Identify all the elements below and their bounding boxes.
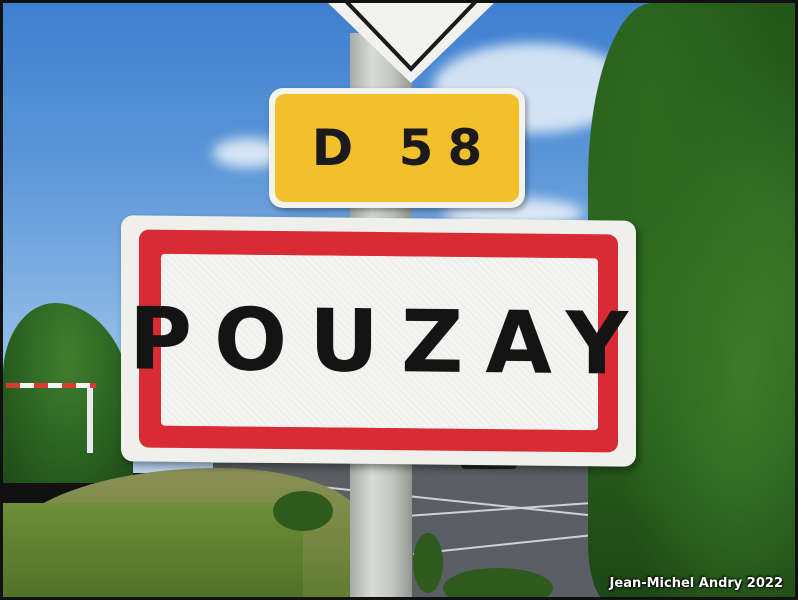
barrier-post <box>87 383 93 453</box>
photo-frame: D 58 POUZAY Jean-Michel Andry 2022 <box>0 0 798 600</box>
bush <box>413 533 443 593</box>
bush <box>273 491 333 531</box>
grass-foreground <box>3 503 303 597</box>
photo-credit: Jean-Michel Andry 2022 <box>609 576 783 591</box>
route-number: D 58 <box>275 94 519 202</box>
bush <box>443 568 553 597</box>
yield-sign <box>328 3 494 83</box>
town-entry-sign: POUZAY <box>121 215 650 467</box>
route-sign: D 58 <box>269 88 525 208</box>
town-name: POUZAY <box>129 253 650 431</box>
town-sign-red-border: POUZAY <box>129 229 650 453</box>
barrier-bar <box>6 383 96 388</box>
